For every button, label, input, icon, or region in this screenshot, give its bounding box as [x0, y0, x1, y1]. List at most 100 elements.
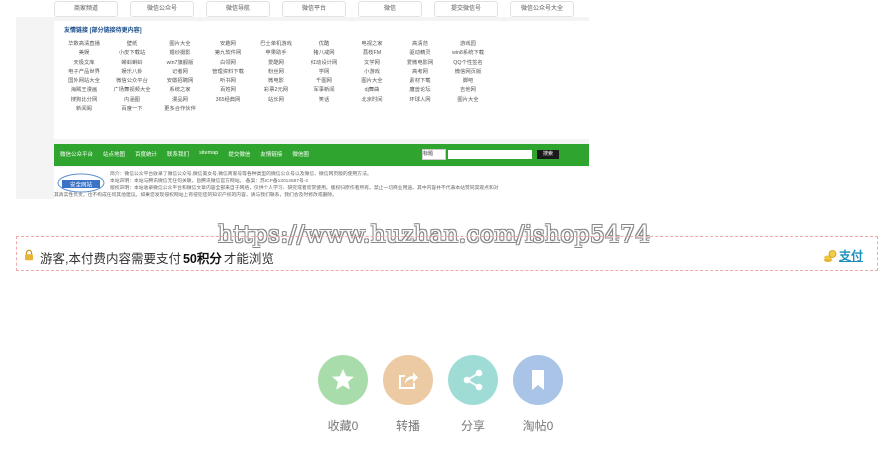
- category-cell: 微信平台: [282, 1, 346, 17]
- friend-link: 美娱: [78, 50, 90, 57]
- friend-link: 第九软件网: [214, 50, 242, 57]
- footer-line: 本站声明：本站与腾讯微信无任何关联，旨腾讯微信官方网站。 备案：苏ICP备130…: [110, 179, 309, 184]
- category-cell: 商家频道: [54, 1, 118, 17]
- notice-prefix: 游客,本付费内容需要支付: [40, 252, 181, 266]
- friend-link: 图片大全: [361, 78, 383, 85]
- friend-link: 文学网: [364, 59, 380, 66]
- friend-link: 微电影: [268, 78, 284, 85]
- category-cell: 微信导航: [206, 1, 270, 17]
- friend-link: 爱酷网: [268, 59, 284, 66]
- friend-link: 笑话: [318, 96, 330, 103]
- friend-link: 彩票2元网: [263, 87, 289, 94]
- links-row: 美娱 小皮下载站 婚纱摄影 第九软件网 苹果助手 猪八戒网 荔枝FM 驱动精灵 win8系统下载: [60, 49, 588, 58]
- pay-link-label[interactable]: 支付: [839, 247, 863, 264]
- footer-nav-item: 站点地图: [103, 152, 126, 158]
- friend-links-grid: 华数高清直播 壁纸 图片大全 安趣网 巴士单机游戏 优酷 电视之家 高清范 游戏园 美娱 小皮下载站…: [60, 40, 588, 114]
- friend-link: 系统之家: [169, 87, 191, 94]
- friend-link: 高清范: [412, 41, 428, 47]
- friend-link: 千图网: [316, 78, 332, 85]
- footer-nav-item: 微信圈: [292, 152, 309, 158]
- links-row: 新闻阁 百度一下 更多合作伙伴: [60, 105, 588, 114]
- pay-link[interactable]: 支付: [823, 247, 863, 264]
- footer-text: 简介：微信公众平台收录了微信公众号,微信美女号,微信商家号等各种类型的微信公众号…: [54, 171, 499, 199]
- friend-link: 记者网: [172, 68, 188, 75]
- footer-nav-bar: 微信公众平台 站点地图 百度统计 联系我们 sitemap 提交微信 友情链接 微信圈 标题 …: [54, 144, 589, 166]
- collect-label: 淘帖0: [522, 419, 554, 433]
- friend-link: 优酷: [318, 41, 330, 47]
- footer-line: 简介：微信公众平台收录了微信公众号,微信美女号,微信商家号等各种类型的微信公众号…: [110, 172, 372, 177]
- friend-links-panel: 友情链接 [部分链接待更内容] 华数高清直播 壁纸 图片大全 安趣网 巴士单机游戏 优酷电…: [54, 21, 589, 139]
- friend-link: 小游戏: [364, 68, 380, 75]
- search-input: [448, 150, 532, 159]
- friend-link: 听书网: [220, 78, 236, 85]
- top-category-row: 商家频道 微信公众号 微信导航 微信平台 微信 提交微信号 微信公众号大全: [16, 0, 589, 17]
- friend-link: 天极文库: [73, 59, 95, 66]
- content-screenshot: 商家频道 微信公众号 微信导航 微信平台 微信 提交微信号 微信公众号大全 友情…: [16, 0, 589, 199]
- bookmark-icon: [532, 370, 544, 390]
- category-cell: 提交微信号: [434, 1, 498, 17]
- friend-link: 苹果助手: [265, 50, 287, 57]
- collect-action[interactable]: 淘帖0: [513, 355, 563, 434]
- repost-button[interactable]: [383, 355, 433, 405]
- footer-nav-item: 友情链接: [260, 152, 283, 158]
- friend-link: 广场舞视频大全: [113, 87, 151, 94]
- friend-link: 电子产品世界: [68, 68, 100, 75]
- friend-link: 吉他网: [460, 87, 476, 94]
- friend-link: 百度一下: [121, 106, 143, 113]
- friend-link: 巴士单机游戏: [260, 41, 292, 47]
- post-actions: 收藏0 转播 分享 淘帖0: [318, 355, 578, 434]
- collect-button[interactable]: [513, 355, 563, 405]
- friend-link: 猪八戒网: [313, 50, 335, 57]
- footer-line: 其真实性负责，也不构成任何其他建议。如果您发现侵权网站上有侵犯您的知识产权的内容…: [54, 193, 338, 198]
- friend-link: 安趣网: [220, 41, 236, 47]
- lock-icon: [25, 249, 33, 261]
- paid-content-notice: 游客,本付费内容需要支付 50积分 才能浏览 支付: [16, 236, 878, 271]
- category-cell: 微信: [358, 1, 422, 17]
- footer-nav-item: sitemap: [199, 150, 219, 156]
- search-button: 搜索: [537, 150, 559, 159]
- friend-link: 白领网: [220, 59, 236, 66]
- links-row: 国外网站大全 微信公众平台 安徽招聘网 听书网 微电影 千图网 图片大全 素材下载 脚吧: [60, 77, 588, 86]
- friend-link: 漫品网: [172, 96, 188, 103]
- friend-link: 娱乐八卦: [121, 68, 143, 75]
- friend-link: 内涵图: [124, 96, 140, 103]
- site-footer: 安全网站 简介：微信公众平台收录了微信公众号,微信美女号,微信商家号等各种类型的…: [54, 167, 589, 199]
- friend-link: 管理资料下载: [212, 68, 244, 75]
- notice-text: 游客,本付费内容需要支付 50积分 才能浏览: [40, 248, 274, 267]
- friend-link: 微信网页版: [454, 68, 482, 75]
- footer-nav: 微信公众平台 站点地图 百度统计 联系我们 sitemap 提交微信 友情链接 微信圈: [60, 150, 319, 158]
- friend-link: 游戏园: [460, 41, 476, 47]
- favorite-button[interactable]: [318, 355, 368, 405]
- friend-link: 驱动精灵: [409, 50, 431, 57]
- friend-links-title: 友情链接 [部分链接待更内容]: [64, 28, 142, 34]
- share-button[interactable]: [448, 355, 498, 405]
- friend-link: QQ个性签名: [453, 59, 483, 66]
- friend-link: 图片大全: [169, 41, 191, 47]
- notice-suffix: 才能浏览: [223, 252, 274, 266]
- favorite-action[interactable]: 收藏0: [318, 355, 368, 434]
- friend-link: 365经典网: [215, 96, 241, 103]
- coins-icon: [823, 249, 837, 262]
- friend-link: 婚纱摄影: [169, 50, 191, 57]
- friend-link: 安徽招聘网: [166, 78, 194, 85]
- friend-link: 站长网: [268, 96, 284, 103]
- friend-link: 素材下载: [409, 78, 431, 85]
- friend-link: 高考网: [412, 68, 428, 75]
- friend-link: 图片大全: [457, 96, 479, 103]
- friend-link: 小皮下载站: [118, 50, 146, 57]
- friend-link: 电视之家: [361, 41, 383, 47]
- star-icon: [332, 369, 354, 390]
- friend-link: win8系统下载: [451, 50, 485, 57]
- friend-link: 海贼王漫画: [70, 87, 98, 94]
- share-icon: [463, 369, 483, 391]
- friend-link: 爱微电影网: [406, 59, 434, 66]
- friend-link: 环球人网: [409, 96, 431, 103]
- repost-action[interactable]: 转播: [383, 355, 433, 434]
- friend-link: 国外网站大全: [68, 78, 100, 85]
- friend-link: 脚吧: [462, 78, 474, 85]
- share-action[interactable]: 分享: [448, 355, 498, 434]
- security-badge-icon: 安全网站: [57, 173, 105, 193]
- repost-label: 转播: [395, 419, 420, 433]
- footer-nav-item: 联系我们: [167, 152, 190, 158]
- friend-link: 北京时间: [361, 96, 383, 103]
